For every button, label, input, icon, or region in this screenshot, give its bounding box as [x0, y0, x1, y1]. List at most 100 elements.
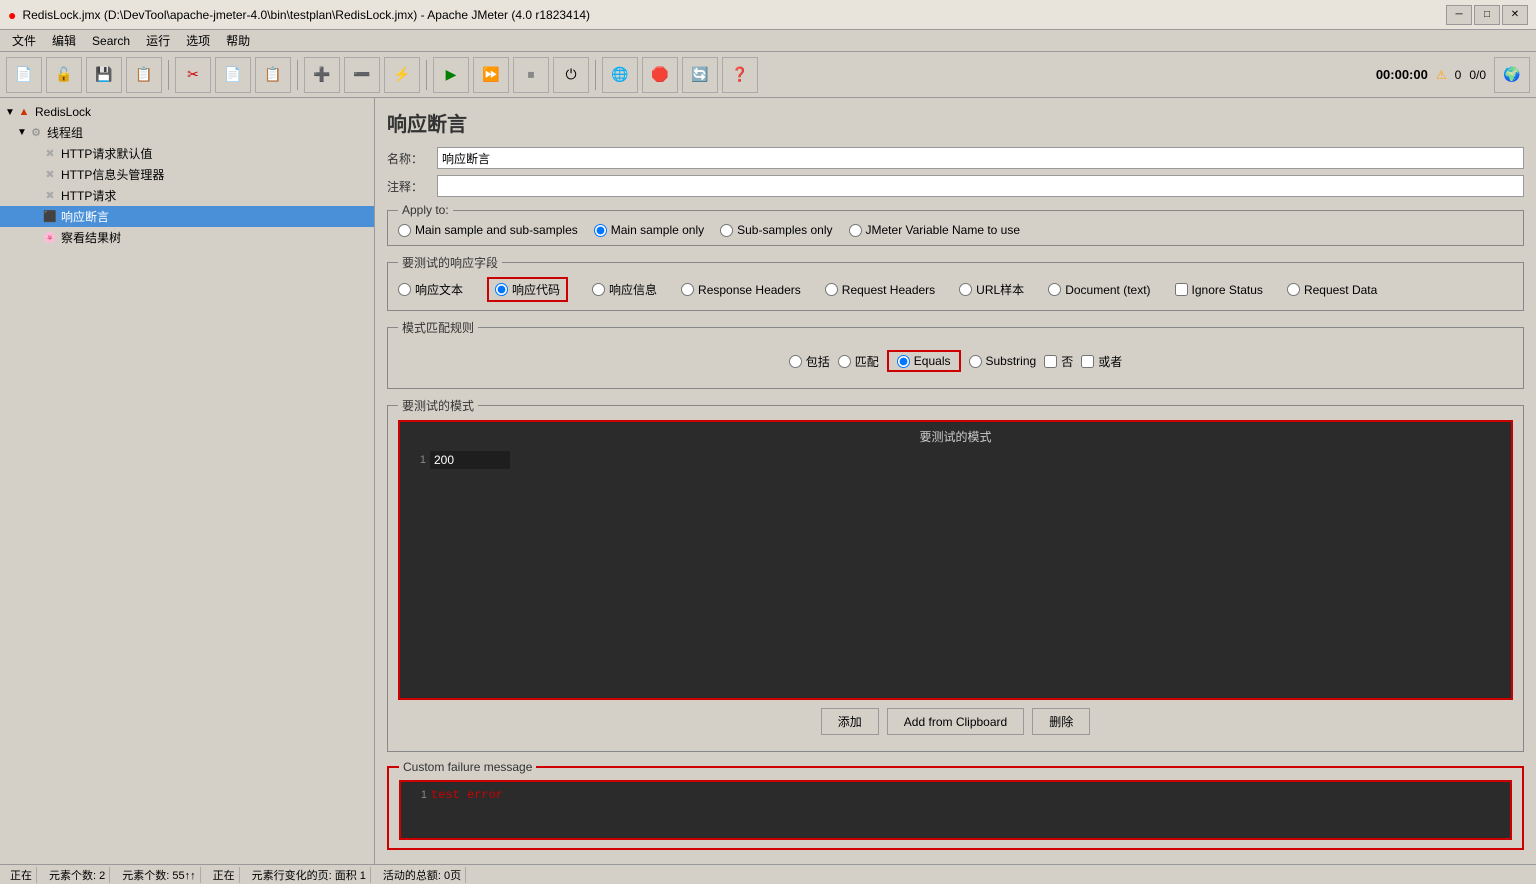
radio-resp-code[interactable]: 响应代码 — [487, 277, 568, 302]
or-label: 或者 — [1098, 353, 1122, 370]
menu-search[interactable]: Search — [84, 32, 138, 50]
sidebar-item-http-defaults[interactable]: ▶ ✖ HTTP请求默认值 — [0, 143, 374, 164]
collapse-button[interactable]: ➖ — [344, 57, 380, 93]
sidebar-item-redislock[interactable]: ▼ ▲ RedisLock — [0, 102, 374, 122]
radio-sub-only-label: Sub-samples only — [737, 223, 832, 237]
failure-input-1[interactable] — [431, 788, 1504, 802]
remote-stop-button[interactable]: 🛑 — [642, 57, 678, 93]
assert-icon: ⬛ — [42, 209, 58, 225]
toolbar-sep2 — [297, 60, 298, 90]
name-input[interactable] — [437, 147, 1524, 169]
apply-to-fieldset: Apply to: Main sample and sub-samples Ma… — [387, 203, 1524, 246]
name-row: 名称： — [387, 147, 1524, 169]
test-patterns-legend: 要测试的模式 — [398, 397, 478, 414]
document-label: Document (text) — [1065, 283, 1150, 297]
radio-main-sub[interactable]: Main sample and sub-samples — [398, 223, 578, 237]
radio-equals[interactable]: Equals — [887, 350, 961, 372]
radio-req-data[interactable]: Request Data — [1287, 283, 1377, 297]
radio-substring[interactable]: Substring — [969, 354, 1037, 368]
custom-failure-fieldset: Custom failure message 1 — [387, 760, 1524, 850]
help-button[interactable]: ❓ — [722, 57, 758, 93]
toggle-redislock[interactable]: ▼ — [4, 107, 16, 118]
radio-url-sample[interactable]: URL样本 — [959, 281, 1024, 298]
run-no-pause-button[interactable]: ⏩ — [473, 57, 509, 93]
maximize-button[interactable]: □ — [1474, 5, 1500, 25]
save-button[interactable]: 💾 — [86, 57, 122, 93]
toolbar: 📄 🔓 💾 📋 ✂ 📄 📋 ➕ ➖ ⚡ ▶ ⏩ ⏹ ⏻ 🌐 🛑 🔄 ❓ 00:0… — [0, 52, 1536, 98]
radio-matches[interactable]: 匹配 — [838, 353, 879, 370]
page-title: 响应断言 — [387, 108, 1524, 137]
sidebar-item-assert[interactable]: ▶ ⬛ 响应断言 — [0, 206, 374, 227]
pattern-rule-row: 包括 匹配 Equals Substring 否 — [398, 342, 1513, 380]
stop-button[interactable]: ⏹ — [513, 57, 549, 93]
radio-resp-headers[interactable]: Response Headers — [681, 283, 801, 297]
menu-options[interactable]: 选项 — [178, 30, 218, 51]
toggle-button[interactable]: ⚡ — [384, 57, 420, 93]
sidebar-item-label-redislock: RedisLock — [35, 105, 91, 119]
response-field-fieldset: 要测试的响应字段 响应文本 响应代码 响应信息 Response Headers — [387, 254, 1524, 311]
radio-req-headers[interactable]: Request Headers — [825, 283, 935, 297]
open-button[interactable]: 🔓 — [46, 57, 82, 93]
comment-input[interactable] — [437, 175, 1524, 197]
status-bar: 正在 元素个数: 2 元素个数: 55↑↑ 正在 元素行变化的页: 面积 1 活… — [0, 864, 1536, 884]
sidebar-item-label-http-header: HTTP信息头管理器 — [61, 166, 164, 183]
status-seg-6: 活动的总额: 0页 — [379, 867, 466, 883]
toggle-threadgroup[interactable]: ▼ — [16, 127, 28, 138]
add-clipboard-button[interactable]: Add from Clipboard — [887, 708, 1024, 735]
url-sample-label: URL样本 — [976, 281, 1024, 298]
radio-resp-msg[interactable]: 响应信息 — [592, 281, 657, 298]
sidebar-item-http-header[interactable]: ▶ ✖ HTTP信息头管理器 — [0, 164, 374, 185]
sidebar-item-threadgroup[interactable]: ▼ ⚙ 线程组 — [0, 122, 374, 143]
remote-run-button[interactable]: 🌐 — [602, 57, 638, 93]
ignore-status-label: Ignore Status — [1192, 283, 1263, 297]
add-button[interactable]: 添加 — [821, 708, 879, 735]
paste-button[interactable]: 📋 — [255, 57, 291, 93]
pattern-row-1: 1 — [404, 449, 1507, 471]
close-button[interactable]: ✕ — [1502, 5, 1528, 25]
error-count: 0/0 — [1469, 68, 1486, 82]
radio-contains[interactable]: 包括 — [789, 353, 830, 370]
menu-edit[interactable]: 编辑 — [44, 30, 84, 51]
check-negate[interactable]: 否 — [1044, 353, 1073, 370]
new-button[interactable]: 📄 — [6, 57, 42, 93]
sidebar-item-http-request[interactable]: ▶ ✖ HTTP请求 — [0, 185, 374, 206]
menu-run[interactable]: 运行 — [138, 30, 178, 51]
radio-sub-only[interactable]: Sub-samples only — [720, 223, 832, 237]
menu-help[interactable]: 帮助 — [218, 30, 258, 51]
failure-area: 1 — [399, 780, 1512, 840]
status-seg-5: 元素行变化的页: 面积 1 — [248, 867, 371, 883]
shutdown-button[interactable]: ⏻ — [553, 57, 589, 93]
radio-jmeter-var[interactable]: JMeter Variable Name to use — [849, 223, 1021, 237]
radio-document[interactable]: Document (text) — [1048, 283, 1150, 297]
copy-button[interactable]: 📄 — [215, 57, 251, 93]
minimize-button[interactable]: ─ — [1446, 5, 1472, 25]
radio-main-only[interactable]: Main sample only — [594, 223, 704, 237]
status-seg-2: 元素个数: 2 — [45, 867, 110, 883]
save-as-button[interactable]: 📋 — [126, 57, 162, 93]
cut-button[interactable]: ✂ — [175, 57, 211, 93]
online-button[interactable]: 🌍 — [1494, 57, 1530, 93]
check-ignore-status[interactable]: Ignore Status — [1175, 283, 1263, 297]
menu-file[interactable]: 文件 — [4, 30, 44, 51]
req-data-label: Request Data — [1304, 283, 1377, 297]
check-or[interactable]: 或者 — [1081, 353, 1122, 370]
warn-count: 0 — [1455, 68, 1462, 82]
radio-jmeter-var-label: JMeter Variable Name to use — [866, 223, 1021, 237]
status-seg-4: 正在 — [209, 867, 240, 883]
failure-row-1: 1 — [405, 786, 1506, 804]
http-header-icon: ✖ — [42, 167, 58, 183]
clear-button[interactable]: 🔄 — [682, 57, 718, 93]
menu-bar: 文件 编辑 Search 运行 选项 帮助 — [0, 30, 1536, 52]
run-button[interactable]: ▶ — [433, 57, 469, 93]
status-seg-3: 元素个数: 55↑↑ — [118, 867, 200, 883]
delete-button[interactable]: 删除 — [1032, 708, 1090, 735]
apply-to-group: Main sample and sub-samples Main sample … — [398, 223, 1513, 237]
action-buttons: 添加 Add from Clipboard 删除 — [398, 700, 1513, 743]
title-bar: ● RedisLock.jmx (D:\DevTool\apache-jmete… — [0, 0, 1536, 30]
expand-button[interactable]: ➕ — [304, 57, 340, 93]
pattern-input-1[interactable] — [430, 451, 510, 469]
radio-resp-text[interactable]: 响应文本 — [398, 281, 463, 298]
sidebar-item-result-tree[interactable]: ▶ 🌸 察看结果树 — [0, 227, 374, 248]
contains-label: 包括 — [806, 353, 830, 370]
response-field-legend: 要测试的响应字段 — [398, 254, 502, 271]
